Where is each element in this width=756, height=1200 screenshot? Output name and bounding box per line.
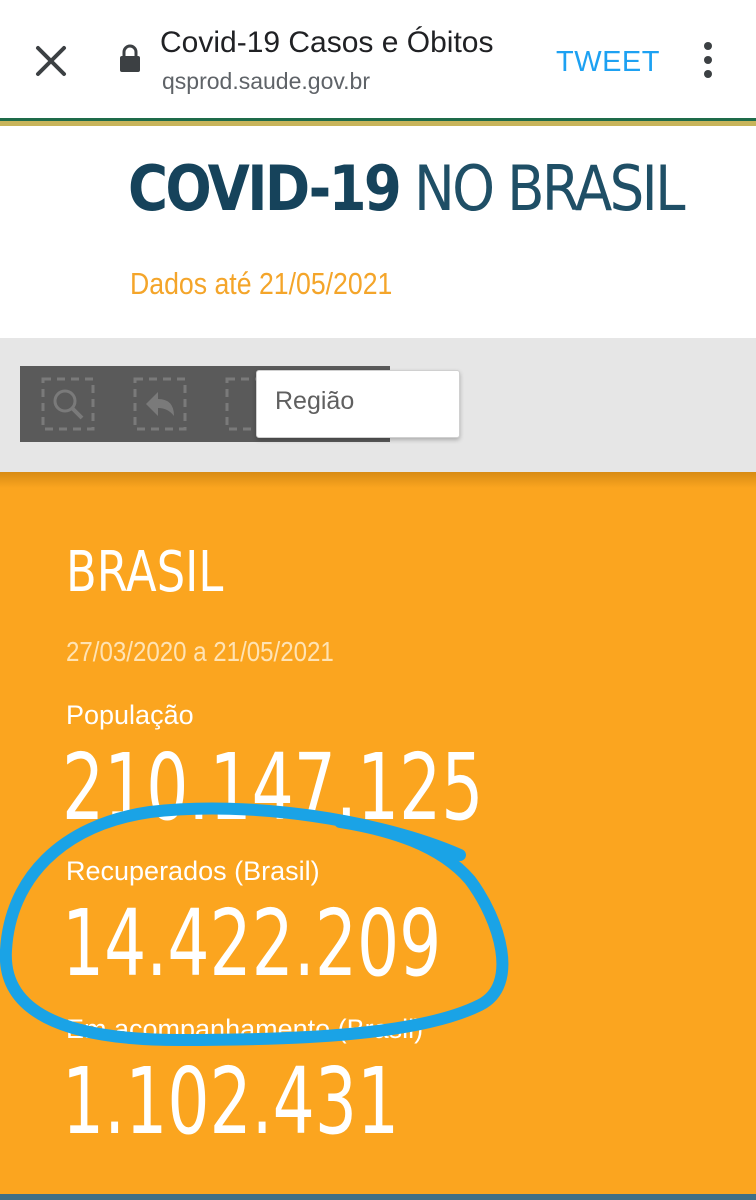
lock-icon: [120, 44, 140, 72]
region-select[interactable]: Região: [256, 370, 460, 438]
panel-shadow: [0, 472, 756, 488]
tweet-button[interactable]: TWEET: [556, 46, 660, 79]
browser-top-bar: Covid-19 Casos e Óbitos qsprod.saude.gov…: [0, 0, 756, 118]
recovered-value: 14.422.209: [62, 890, 442, 997]
bottom-divider: [0, 1194, 756, 1200]
data-date: Dados até 21/05/2021: [130, 266, 393, 301]
monitoring-label: Em acompanhamento (Brasil): [66, 1014, 424, 1044]
region-select-label: Região: [275, 387, 355, 415]
back-selection-icon[interactable]: [132, 376, 188, 432]
close-icon[interactable]: [30, 40, 72, 82]
monitoring-value: 1.102.431: [62, 1048, 400, 1155]
filter-toolbar: Região: [0, 338, 756, 472]
search-selection-icon[interactable]: [40, 376, 96, 432]
page-title-light: NO BRASIL: [413, 152, 686, 225]
period-range: 27/03/2020 a 21/05/2021: [66, 636, 334, 667]
page-title-bold: COVID-19: [128, 152, 402, 225]
region-name: BRASIL: [66, 540, 224, 605]
page-title: COVID-19 NO BRASIL: [128, 152, 686, 225]
more-vert-icon[interactable]: [694, 40, 722, 80]
recovered-label: Recuperados (Brasil): [66, 856, 320, 886]
population-label: População: [66, 700, 194, 730]
page-header: COVID-19 NO BRASIL Dados até 21/05/2021: [0, 126, 756, 338]
population-value: 210.147.125: [62, 734, 484, 841]
browser-page-title: Covid-19 Casos e Óbitos: [160, 26, 494, 59]
browser-url[interactable]: qsprod.saude.gov.br: [162, 68, 370, 95]
accent-divider: [0, 118, 756, 126]
